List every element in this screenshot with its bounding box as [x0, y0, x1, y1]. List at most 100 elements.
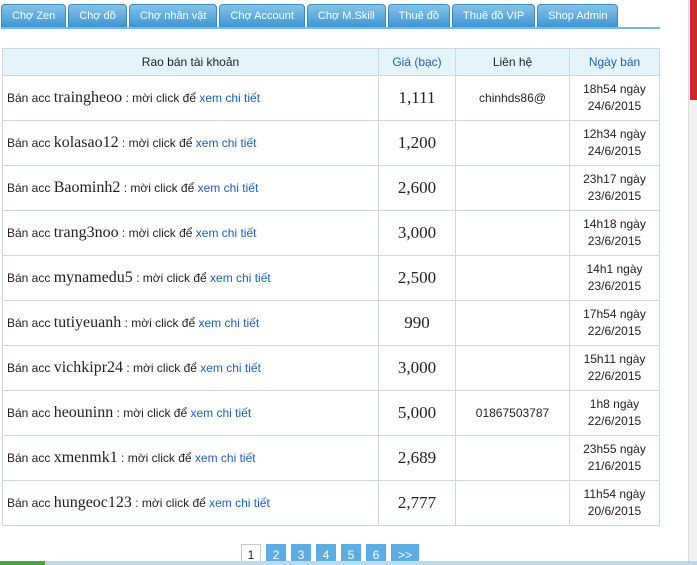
account-sale-table: Rao bán tài khoản Giá (bạc) Liên hệ Ngày… [2, 48, 660, 526]
listing-prefix: Bán acc [7, 451, 54, 465]
price-cell: 2,689 [378, 435, 456, 481]
price-cell: 2,500 [378, 255, 456, 301]
listing-middle-text: : mời click để [131, 496, 210, 510]
sale-time: 18h54 ngày [583, 82, 646, 96]
tab-cho-nhan-vat[interactable]: Chợ nhân vật [128, 4, 218, 28]
tab-thue-do-vip[interactable]: Thuê đồ VIP [452, 4, 536, 28]
account-name: Baominh2 [53, 179, 121, 196]
table-row: Bán acc traingheoo : mời click để xem ch… [2, 75, 660, 121]
table-row: Bán acc vichkipr24 : mời click để xem ch… [2, 345, 660, 391]
price-cell: 2,600 [378, 165, 456, 211]
listing-description: Bán acc tutiyeuanh : mời click để xem ch… [2, 300, 379, 346]
view-details-link[interactable]: xem chi tiết [195, 451, 256, 465]
listing-description: Bán acc traingheoo : mời click để xem ch… [2, 75, 379, 121]
contact-cell [455, 165, 570, 211]
sale-date-cell: 1h8 ngày 22/6/2015 [569, 390, 660, 436]
contact-cell [455, 210, 570, 256]
bottom-status-strip [0, 561, 697, 565]
sale-date: 21/6/2015 [587, 459, 642, 473]
listing-prefix: Bán acc [7, 136, 54, 150]
view-details-link[interactable]: xem chi tiết [209, 496, 270, 510]
sale-time: 12h34 ngày [583, 127, 646, 141]
header-date-sort[interactable]: Ngày bán [569, 48, 660, 76]
sale-time: 15h11 ngày [583, 352, 646, 366]
sale-date: 22/6/2015 [587, 369, 642, 383]
view-details-link[interactable]: xem chi tiết [196, 136, 257, 150]
header-contact: Liên hệ [455, 48, 570, 76]
table-row: Bán acc kolasao12 : mời click để xem chi… [2, 120, 660, 166]
table-row: Bán acc Baominh2 : mời click để xem chi … [2, 165, 660, 211]
tab-underline [1, 27, 660, 29]
listing-middle-text: : mời click để [121, 316, 199, 330]
sale-time: 23h55 ngày [583, 442, 646, 456]
price-cell: 2,777 [378, 480, 456, 526]
tab-cho-account[interactable]: Chợ Account [219, 4, 305, 28]
tab-thue-do[interactable]: Thuê đồ [387, 4, 450, 28]
listing-description: Bán acc vichkipr24 : mời click để xem ch… [2, 345, 379, 391]
listing-description: Bán acc mynamedu5 : mời click để xem chi… [2, 255, 379, 301]
tab-shop-admin[interactable]: Shop Admin [537, 4, 619, 28]
table-row: Bán acc heouninn : mời click để xem chi … [2, 390, 660, 436]
contact-cell [455, 345, 570, 391]
sale-time: 23h17 ngày [583, 172, 646, 186]
listing-prefix: Bán acc [7, 271, 54, 285]
tab-cho-do[interactable]: Chợ đồ [68, 4, 127, 28]
sale-date: 23/6/2015 [587, 279, 642, 293]
sale-date: 24/6/2015 [587, 144, 642, 158]
account-name: xmenmk1 [53, 449, 118, 466]
scrollbar-thumb[interactable] [690, 0, 697, 100]
listing-description: Bán acc hungeoc123 : mời click để xem ch… [2, 480, 379, 526]
listing-description: Bán acc xmenmk1 : mời click để xem chi t… [2, 435, 379, 481]
view-details-link[interactable]: xem chi tiết [198, 316, 259, 330]
price-cell: 990 [378, 300, 456, 346]
listing-description: Bán acc heouninn : mời click để xem chi … [2, 390, 379, 436]
price-cell: 3,000 [378, 210, 456, 256]
listing-middle-text: : mời click để [120, 181, 198, 195]
view-details-link[interactable]: xem chi tiết [198, 181, 259, 195]
account-name: tutiyeuanh [53, 314, 122, 331]
view-details-link[interactable]: xem chi tiết [210, 271, 271, 285]
contact-cell: chinhds86@ [455, 75, 570, 121]
listing-prefix: Bán acc [7, 226, 54, 240]
account-name: vichkipr24 [53, 359, 124, 376]
table-row: Bán acc mynamedu5 : mời click để xem chi… [2, 255, 660, 301]
table-body: Bán acc traingheoo : mời click để xem ch… [2, 75, 660, 526]
listing-prefix: Bán acc [7, 406, 54, 420]
listing-prefix: Bán acc [7, 361, 54, 375]
contact-cell [455, 255, 570, 301]
sale-time: 1h8 ngày [589, 397, 640, 411]
listing-middle-text: : mời click để [123, 361, 201, 375]
listing-middle-text: : mời click để [117, 451, 195, 465]
sale-time: 11h54 ngày [583, 487, 646, 501]
sale-date-cell: 23h17 ngày 23/6/2015 [569, 165, 660, 211]
listing-prefix: Bán acc [7, 91, 54, 105]
view-details-link[interactable]: xem chi tiết [200, 361, 261, 375]
sale-date-cell: 14h1 ngày 23/6/2015 [569, 255, 660, 301]
view-details-link[interactable]: xem chi tiết [199, 91, 260, 105]
view-details-link[interactable]: xem chi tiết [196, 226, 257, 240]
tab-cho-mskill[interactable]: Chợ M.Skill [306, 4, 386, 28]
account-name: mynamedu5 [53, 269, 133, 286]
listing-middle-text: : mời click để [113, 406, 191, 420]
category-tabs: Chợ Zen Chợ đồ Chợ nhân vật Chợ Account … [1, 4, 620, 28]
header-price-sort[interactable]: Giá (bạc) [378, 48, 456, 76]
sale-time: 14h18 ngày [583, 217, 646, 231]
contact-cell: 01867503787 [455, 390, 570, 436]
price-cell: 3,000 [378, 345, 456, 391]
view-details-link[interactable]: xem chi tiết [190, 406, 251, 420]
listing-middle-text: : mời click để [132, 271, 211, 285]
table-row: Bán acc tutiyeuanh : mời click để xem ch… [2, 300, 660, 346]
price-cell: 5,000 [378, 390, 456, 436]
table-row: Bán acc trang3noo : mời click để xem chi… [2, 210, 660, 256]
sale-date-cell: 23h55 ngày 21/6/2015 [569, 435, 660, 481]
account-name: hungeoc123 [53, 494, 132, 511]
header-description: Rao bán tài khoản [2, 48, 379, 76]
sale-date: 20/6/2015 [587, 504, 642, 518]
listing-middle-text: : mời click để [118, 136, 196, 150]
tab-cho-zen[interactable]: Chợ Zen [1, 4, 67, 28]
contact-cell [455, 480, 570, 526]
sale-date: 22/6/2015 [587, 324, 642, 338]
listing-middle-text: : mời click để [122, 91, 200, 105]
sale-time: 14h1 ngày [586, 262, 643, 276]
contact-cell [455, 120, 570, 166]
